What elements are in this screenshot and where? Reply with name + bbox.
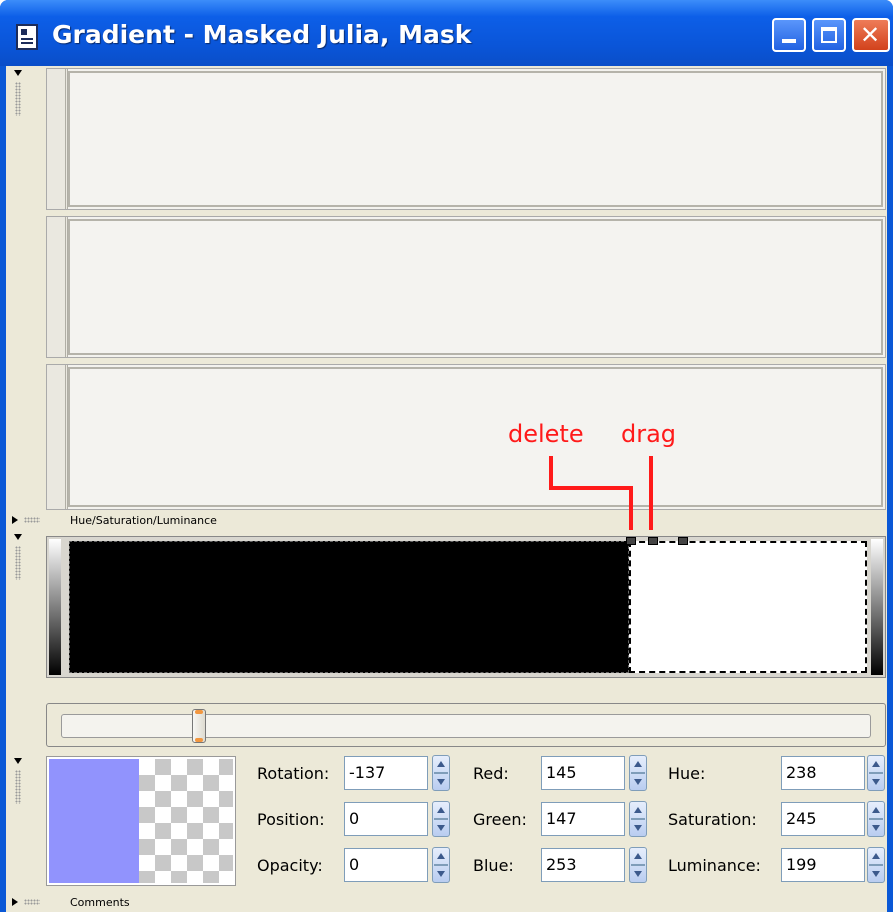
panel-1-side — [47, 69, 68, 209]
annotation-delete: delete — [508, 420, 584, 448]
luminance-input[interactable]: 199 — [781, 848, 865, 882]
panel-2-side — [47, 217, 68, 357]
hue-spinner[interactable] — [867, 755, 885, 791]
window-title: Gradient - Masked Julia, Mask — [52, 20, 472, 49]
minimize-icon — [782, 39, 796, 43]
panel-1-content — [68, 71, 883, 207]
empty-panel-1 — [46, 68, 886, 210]
panel-3-side — [47, 365, 68, 509]
opacity-input[interactable]: 0 — [344, 848, 428, 882]
swatch-solid-color — [49, 759, 139, 883]
annotation-delete-line-3 — [629, 486, 633, 530]
drag-handle-icon — [24, 517, 40, 523]
expand-arrow-icon[interactable] — [12, 898, 18, 906]
maximize-button[interactable] — [812, 18, 846, 52]
position-spinner[interactable] — [432, 801, 450, 837]
empty-panel-3 — [46, 364, 886, 510]
panel-3-content — [68, 367, 883, 507]
hue-input[interactable]: 238 — [781, 756, 865, 790]
section-collapse-grip[interactable] — [14, 70, 24, 120]
collapse-arrow-icon — [14, 534, 22, 540]
blue-input[interactable]: 253 — [541, 848, 625, 882]
properties-collapse-grip[interactable] — [14, 758, 24, 808]
annotation-drag: drag — [621, 420, 677, 448]
rotation-spinner[interactable] — [432, 755, 450, 791]
blue-spinner[interactable] — [629, 847, 647, 883]
green-input[interactable]: 147 — [541, 802, 625, 836]
hsl-section-label[interactable]: Hue/Saturation/Luminance — [70, 514, 217, 527]
position-label: Position: — [257, 810, 325, 829]
empty-panel-2 — [46, 216, 886, 358]
luminance-label: Luminance: — [668, 856, 761, 875]
title-bar[interactable]: Gradient - Masked Julia, Mask ✕ — [0, 0, 893, 66]
minimize-button[interactable] — [772, 18, 806, 52]
rotation-input[interactable]: -137 — [344, 756, 428, 790]
red-input[interactable]: 145 — [541, 756, 625, 790]
close-icon: ✕ — [860, 21, 881, 49]
collapse-arrow-icon — [14, 70, 22, 76]
gradient-segment-black[interactable] — [69, 541, 629, 673]
swatch-transparency-preview — [139, 759, 233, 883]
gradient-stop-handle[interactable] — [678, 537, 688, 545]
comments-section-label[interactable]: Comments — [70, 896, 130, 909]
green-label: Green: — [473, 810, 527, 829]
green-spinner[interactable] — [629, 801, 647, 837]
position-input[interactable]: 0 — [344, 802, 428, 836]
drag-handle-icon — [24, 899, 40, 905]
right-luminance-bar — [871, 539, 883, 675]
gradient-editor[interactable] — [46, 536, 886, 678]
gradient-segment-white[interactable] — [629, 541, 867, 673]
drag-handle-icon — [15, 546, 21, 580]
drag-handle-icon — [15, 82, 21, 116]
saturation-label: Saturation: — [668, 810, 757, 829]
gradient-stop-drag-handle[interactable] — [648, 537, 658, 545]
gradient-collapse-grip[interactable] — [14, 534, 24, 584]
annotation-delete-line-1 — [549, 456, 553, 490]
annotation-delete-line-2 — [549, 486, 631, 490]
gradient-stop-delete-handle[interactable] — [626, 537, 636, 545]
blue-label: Blue: — [473, 856, 514, 875]
rotation-label: Rotation: — [257, 764, 330, 783]
red-spinner[interactable] — [629, 755, 647, 791]
luminance-spinner[interactable] — [867, 847, 885, 883]
panel-2-content — [68, 219, 883, 355]
opacity-spinner[interactable] — [432, 847, 450, 883]
expand-arrow-icon[interactable] — [12, 516, 18, 524]
close-button[interactable]: ✕ — [852, 18, 890, 52]
slider-thumb[interactable] — [192, 709, 207, 743]
drag-handle-icon — [15, 770, 21, 804]
maximize-icon — [821, 27, 837, 43]
left-luminance-bar — [49, 539, 61, 675]
annotation-drag-line — [649, 456, 653, 530]
red-label: Red: — [473, 764, 509, 783]
collapse-arrow-icon — [14, 758, 22, 764]
opacity-label: Opacity: — [257, 856, 323, 875]
saturation-spinner[interactable] — [867, 801, 885, 837]
document-icon — [16, 24, 38, 50]
color-swatch[interactable] — [46, 756, 236, 886]
position-slider[interactable] — [46, 703, 886, 747]
window-client-area: delete drag Hue/Saturation/Luminance Rot… — [6, 66, 887, 912]
slider-groove — [61, 714, 871, 738]
gradient-window: Gradient - Masked Julia, Mask ✕ delete d… — [0, 0, 893, 912]
hue-label: Hue: — [668, 764, 706, 783]
saturation-input[interactable]: 245 — [781, 802, 865, 836]
